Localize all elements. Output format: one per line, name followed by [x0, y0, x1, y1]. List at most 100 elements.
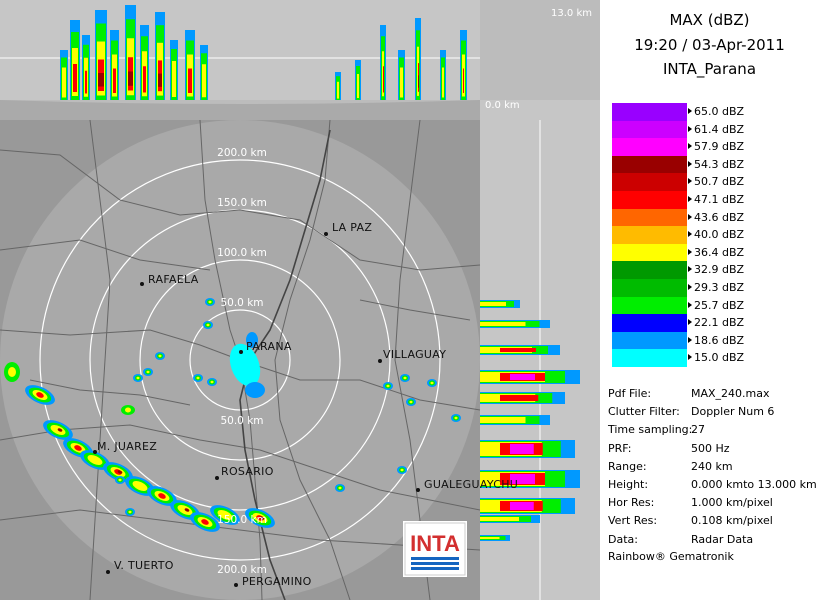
legend-tick-icon [688, 336, 692, 343]
echo-column [442, 67, 444, 98]
legend-swatch [612, 296, 687, 315]
echo-cell [8, 367, 16, 377]
legend-value: 22.1 dBZ [694, 316, 745, 330]
info-row: Clutter Filter: Doppler Num 6 [608, 405, 818, 421]
ring-label-north-200: 200.0 km [217, 147, 267, 159]
legend-value: 50.7 dBZ [694, 175, 745, 189]
legend-swatch [612, 173, 687, 191]
echo-cell [206, 323, 210, 327]
legend-row: 32.9 dBZ [612, 261, 812, 279]
city-label-m-juarez: M. JUAREZ [97, 440, 158, 453]
info-key: Clutter Filter: [608, 405, 680, 419]
legend-tick-icon [688, 301, 692, 308]
legend-swatch [612, 349, 687, 367]
echo-cell [128, 510, 132, 514]
info-value: Doppler Num 6 [691, 405, 775, 419]
legend-row: 57.9 dBZ [612, 138, 812, 156]
legend-tick-icon [688, 213, 692, 220]
legend-value: 15.0 dBZ [694, 351, 745, 365]
info-value: MAX_240.max [691, 387, 770, 400]
legend-tick-icon [688, 160, 692, 167]
echo-cell [118, 478, 122, 482]
top-max-height-label: 13.0 km [551, 8, 592, 19]
echo-column [500, 348, 536, 352]
info-row: Data: Radar Data [608, 533, 818, 549]
echo-column [62, 67, 66, 98]
info-row: Range: 240 km [608, 460, 818, 476]
legend-swatch [612, 191, 687, 209]
legend-swatch [612, 103, 687, 121]
footer-credit: Rainbow® Gematronik [608, 550, 734, 563]
radar-viewer: 13.0 km 0.0 km 200.0 km 150.0 km 100.0 k… [0, 0, 600, 600]
legend-value: 57.9 dBZ [694, 140, 745, 154]
echo-column [158, 73, 162, 87]
legend-tick-icon [688, 354, 692, 361]
echo-column [463, 68, 464, 93]
legend-value: 43.6 dBZ [694, 210, 745, 224]
echo-cell [208, 300, 212, 304]
echo-column [113, 68, 116, 93]
legend-tick-icon [688, 108, 692, 114]
info-panel: MAX (dBZ) 19:20 / 03-Apr-2011 INTA_Paran… [600, 0, 819, 600]
echo-column [85, 70, 87, 94]
info-key: Height: [608, 478, 649, 491]
legend-tick-icon [688, 196, 692, 202]
info-key: Time sampling: [608, 423, 693, 437]
echo-column [143, 66, 146, 93]
legend-tick-icon [688, 178, 692, 185]
ring-label-north-150: 150.0 km [217, 197, 267, 209]
echo-cell [210, 380, 214, 384]
echo-column [400, 67, 403, 98]
legend-row: 65.0 dBZ [612, 103, 812, 121]
info-row: Hor Res: 1.000 km/pixel [608, 496, 818, 512]
city-label-parana: PARANA [246, 340, 292, 353]
legend-swatch [612, 279, 687, 297]
info-value: 27 [691, 423, 705, 437]
ring-label-north-100: 100.0 km [217, 247, 267, 259]
datetime-title: 19:20 / 03-Apr-2011 [634, 36, 785, 54]
city-label-pergamino: PERGAMINO [242, 575, 312, 588]
top-curve-shade [0, 100, 480, 120]
ring-label-north-50: 50.0 km [220, 297, 264, 309]
echo-cell [403, 376, 407, 380]
echo-cell [146, 370, 150, 374]
legend-value: 18.6 dBZ [694, 333, 745, 347]
legend-tick-icon [688, 284, 692, 290]
legend-swatch [612, 226, 687, 244]
ring-label-south-50: 50.0 km [220, 415, 264, 427]
legend-swatch [612, 314, 687, 332]
legend-row: 36.4 dBZ [612, 243, 812, 262]
echo-column [510, 444, 534, 454]
echo-column [418, 75, 419, 88]
city-label-rosario: ROSARIO [221, 465, 274, 478]
info-key: Pdf File: [608, 387, 652, 400]
city-label-gualeguaychu: GUALEGUAYCHU [424, 478, 519, 491]
info-value: 0.108 km/pixel [691, 514, 773, 528]
info-key: Range: [608, 459, 647, 473]
legend-value: 47.1 dBZ [694, 193, 745, 206]
echo-cell [136, 376, 140, 380]
echo-cell [386, 384, 390, 388]
info-value: 500 Hz [691, 441, 730, 455]
info-value: 240 km [691, 459, 733, 473]
legend-value: 40.0 dBZ [694, 228, 745, 242]
city-label-villaguay: VILLAGUAY [383, 348, 447, 361]
legend-tick-icon [688, 266, 692, 273]
legend-row: 22.1 dBZ [612, 314, 812, 332]
legend-value: 32.9 dBZ [694, 263, 745, 277]
echo-cell [454, 416, 458, 420]
city-label-v-tuerto: V. TUERTO [114, 559, 174, 572]
legend-value: 29.3 dBZ [694, 281, 745, 294]
legend-row: 50.7 dBZ [612, 173, 812, 191]
info-row: Pdf File: MAX_240.max [608, 387, 818, 403]
radar-map-svg [0, 0, 600, 600]
echo-column [500, 395, 539, 401]
legend-row: 54.3 dBZ [612, 155, 812, 174]
echo-column [480, 537, 500, 539]
echo-cell [196, 376, 200, 380]
legend-value: 65.0 dBZ [694, 105, 745, 118]
legend-swatch [612, 261, 687, 279]
info-row: Time sampling: 27 [608, 423, 818, 439]
legend-swatch [612, 155, 687, 174]
echo-cell [158, 354, 162, 358]
